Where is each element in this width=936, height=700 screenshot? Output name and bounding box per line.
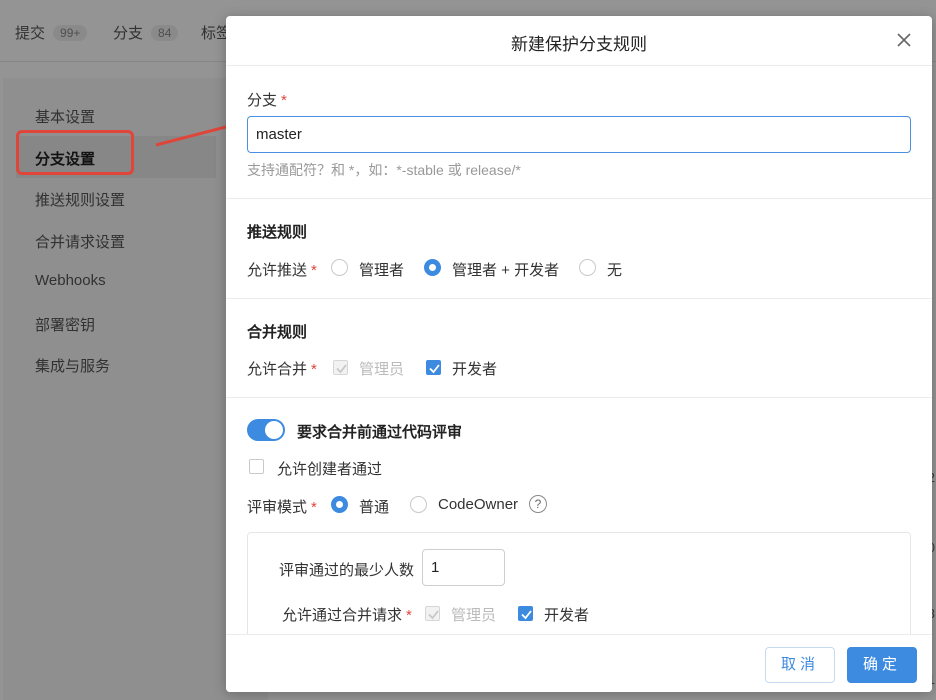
push-option-maintainer-developer-label: 管理者 + 开发者 <box>452 262 560 279</box>
dialog-title: 新建保护分支规则 <box>511 35 647 54</box>
min-reviewers-input[interactable] <box>422 549 505 586</box>
new-protected-branch-dialog: 新建保护分支规则 分支* 支持通配符？和 *，如：*-stable 或 rele… <box>226 16 932 692</box>
confirm-button[interactable]: 确定 <box>847 647 917 683</box>
min-reviewers-label: 评审通过的最少人数 <box>279 562 415 579</box>
require-code-review-label: 要求合并前通过代码评审 <box>297 424 463 441</box>
required-mark: * <box>311 361 317 378</box>
approve-checkbox-admin <box>425 606 440 621</box>
approve-option-admin-label: 管理员 <box>451 607 497 624</box>
allow-merge-label: 允许合并 * <box>247 358 317 379</box>
close-icon[interactable] <box>894 30 914 50</box>
review-mode-label-text: 评审模式 <box>247 499 308 516</box>
push-rules-heading: 推送规则 <box>247 224 308 241</box>
annotation-highlight-box <box>16 130 134 175</box>
check-icon <box>429 364 440 374</box>
push-option-maintainer-label: 管理者 <box>359 262 405 279</box>
allow-push-label: 允许推送 * <box>247 259 317 280</box>
merge-rules-heading: 合并规则 <box>247 324 308 341</box>
dialog-header: 新建保护分支规则 <box>226 16 932 66</box>
check-icon <box>336 364 347 374</box>
check-icon <box>428 610 439 620</box>
dialog-footer: 取消 确定 <box>226 634 932 692</box>
approve-checkbox-developer[interactable] <box>518 606 533 621</box>
branch-label: 分支 * <box>247 89 287 110</box>
help-question-icon[interactable]: ? <box>529 495 547 513</box>
required-mark: * <box>311 499 317 516</box>
push-option-none-label: 无 <box>607 262 623 279</box>
required-mark: * <box>281 92 287 109</box>
toggle-knob <box>265 421 283 439</box>
branch-hint: 支持通配符？和 *，如：*-stable 或 release/* <box>247 162 521 178</box>
require-code-review-toggle[interactable] <box>247 419 285 441</box>
allow-creator-label: 允许创建者通过 <box>277 461 383 478</box>
approve-option-developer-label: 开发者 <box>544 607 590 624</box>
required-mark: * <box>406 607 412 624</box>
branch-label-text: 分支 <box>247 92 278 109</box>
required-mark: * <box>311 262 317 279</box>
allow-creator-checkbox[interactable] <box>249 459 264 474</box>
merge-option-admin-label: 管理员 <box>359 361 405 378</box>
merge-rules-section <box>226 299 932 398</box>
check-icon <box>521 610 532 620</box>
review-mode-normal-label: 普通 <box>359 499 390 516</box>
allow-push-label-text: 允许推送 <box>247 262 308 279</box>
allow-approve-label: 允许通过合并请求 * <box>282 604 412 625</box>
push-radio-maintainer-developer[interactable] <box>424 259 441 276</box>
branch-input[interactable] <box>247 116 911 153</box>
merge-checkbox-developer[interactable] <box>426 360 441 375</box>
merge-checkbox-admin <box>333 360 348 375</box>
allow-approve-label-text: 允许通过合并请求 <box>282 607 403 624</box>
push-rules-section <box>226 199 932 299</box>
review-mode-codeowner-label: CodeOwner <box>438 496 519 513</box>
review-mode-label: 评审模式 * <box>247 496 317 517</box>
push-radio-none[interactable] <box>579 259 596 276</box>
review-mode-radio-normal[interactable] <box>331 496 348 513</box>
cancel-button[interactable]: 取消 <box>765 647 835 683</box>
allow-merge-label-text: 允许合并 <box>247 361 308 378</box>
review-mode-radio-codeowner[interactable] <box>410 496 427 513</box>
merge-option-developer-label: 开发者 <box>452 361 498 378</box>
push-radio-maintainer[interactable] <box>331 259 348 276</box>
